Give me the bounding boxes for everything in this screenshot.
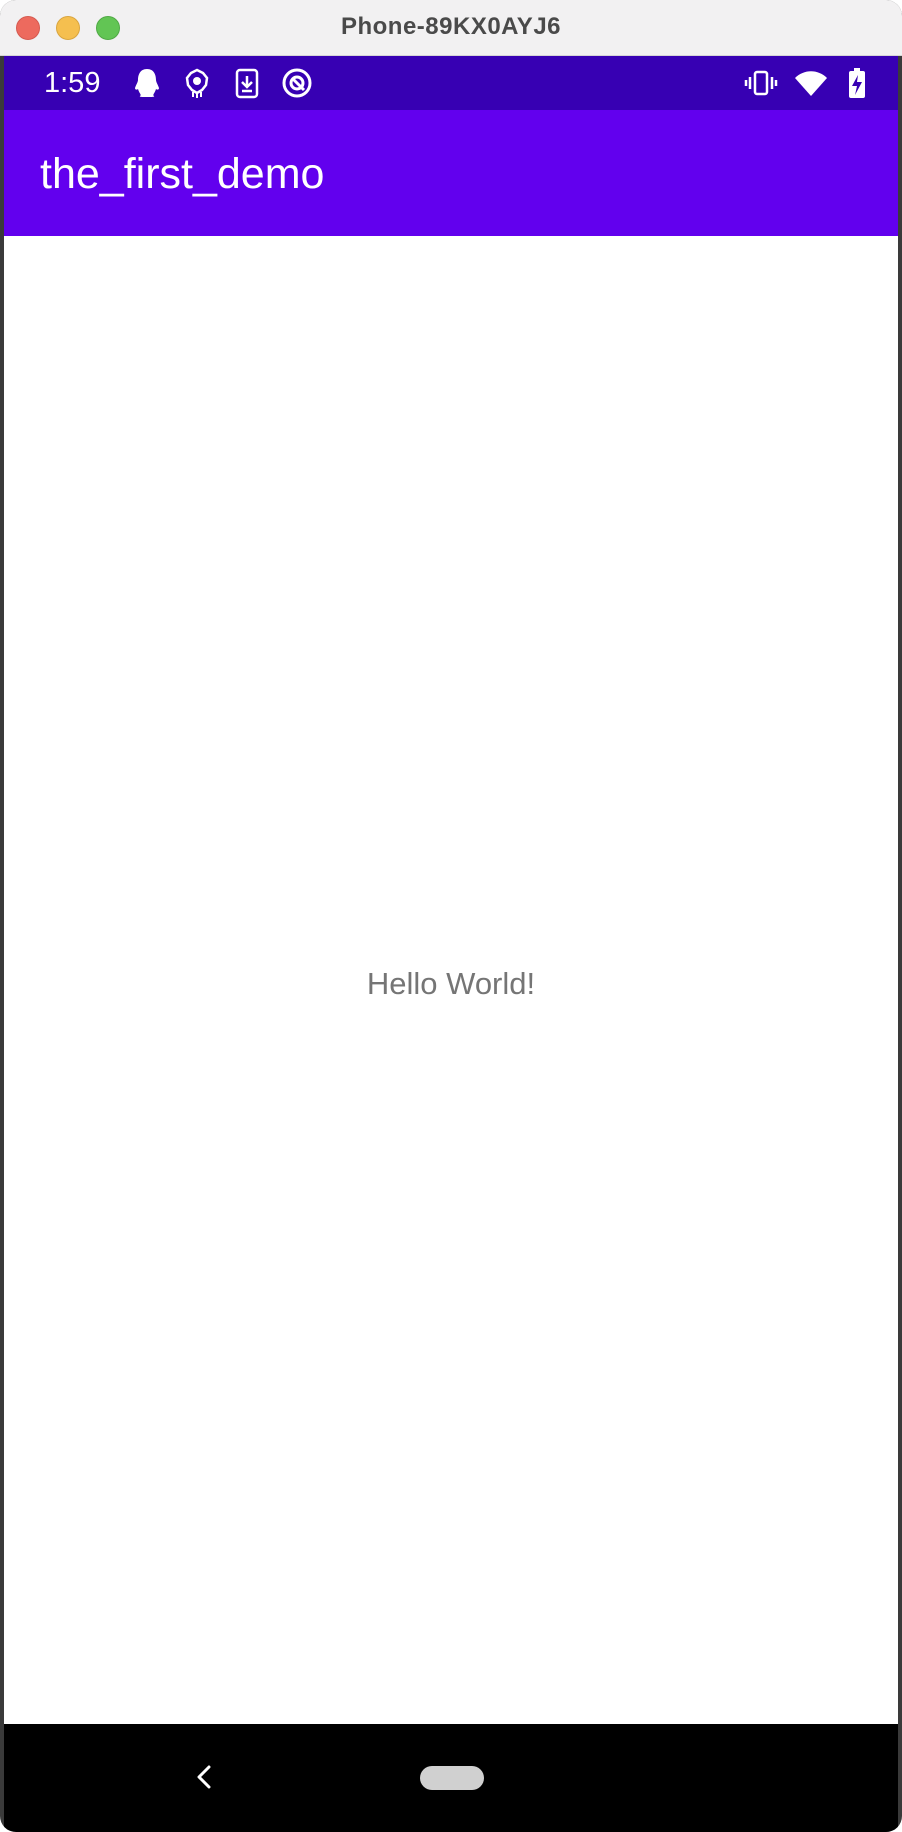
sync-circle-icon (282, 68, 312, 98)
vibrate-icon (744, 70, 778, 96)
window-titlebar[interactable]: Phone-89KX0AYJ6 (0, 0, 902, 56)
hello-text: Hello World! (366, 966, 536, 1001)
navigation-bar (4, 1724, 898, 1832)
status-time: 1:59 (44, 67, 101, 99)
window-title: Phone-89KX0AYJ6 (340, 13, 562, 40)
app-bar: the_first_demo (4, 110, 898, 236)
main-content: Hello World! (4, 236, 898, 1724)
home-pill-icon[interactable] (420, 1766, 484, 1790)
status-bar: 1:59 (4, 56, 898, 110)
phone-screen: 1:59 the_first_demo Hello World! (4, 56, 898, 1832)
shield-badge-icon (185, 68, 209, 98)
wifi-icon (795, 71, 827, 96)
battery-charging-icon (849, 68, 865, 98)
emulator-window: Phone-89KX0AYJ6 1:59 the_first_demo Hell… (0, 0, 902, 1832)
qq-penguin-icon (135, 69, 159, 97)
app-title: the_first_demo (40, 150, 325, 198)
back-icon[interactable] (190, 1756, 216, 1798)
download-icon (235, 68, 259, 99)
